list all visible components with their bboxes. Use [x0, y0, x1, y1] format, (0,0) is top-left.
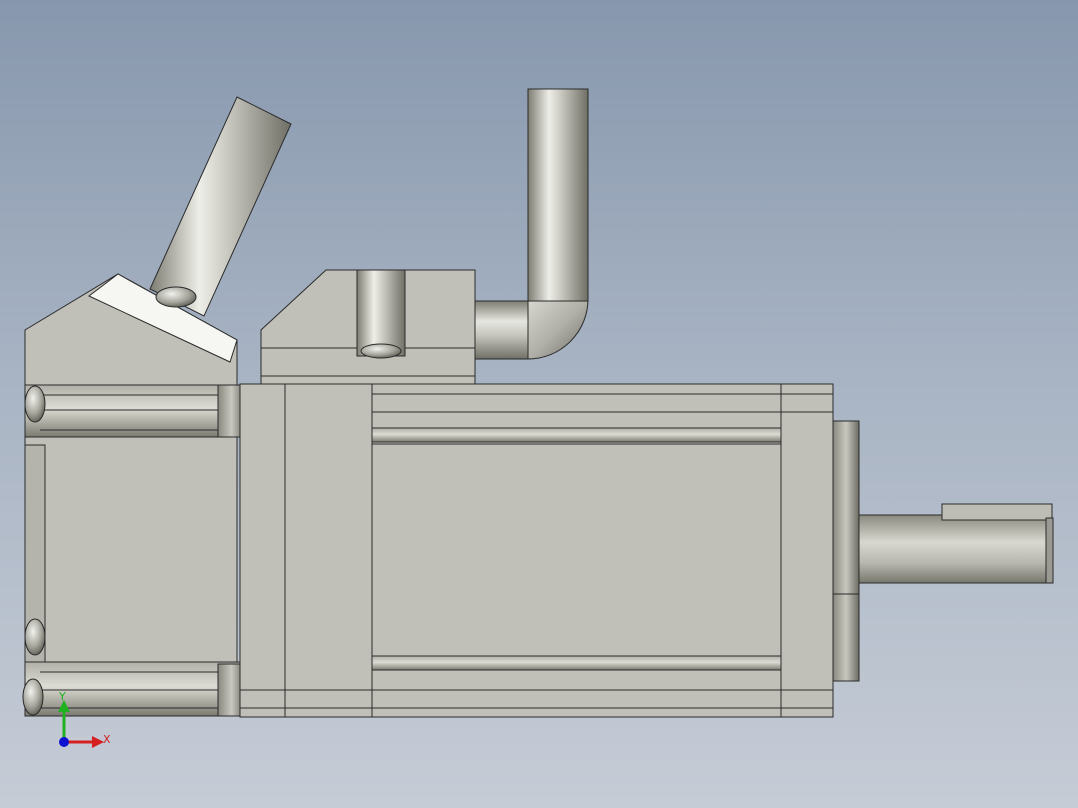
- motor-part-right-connector: [260, 88, 589, 386]
- motor-model[interactable]: [0, 0, 1078, 808]
- triad-origin-icon: [59, 737, 69, 747]
- motor-part-main-body: [239, 383, 860, 718]
- motor-part-output-shaft: [858, 503, 1054, 584]
- motor-part-left-connector: [24, 96, 292, 386]
- motor-part-rear-cover: [22, 384, 246, 717]
- graphics-viewport[interactable]: Y X: [0, 0, 1078, 808]
- triad-x-label: X: [103, 733, 111, 746]
- triad-y-label: Y: [59, 690, 66, 703]
